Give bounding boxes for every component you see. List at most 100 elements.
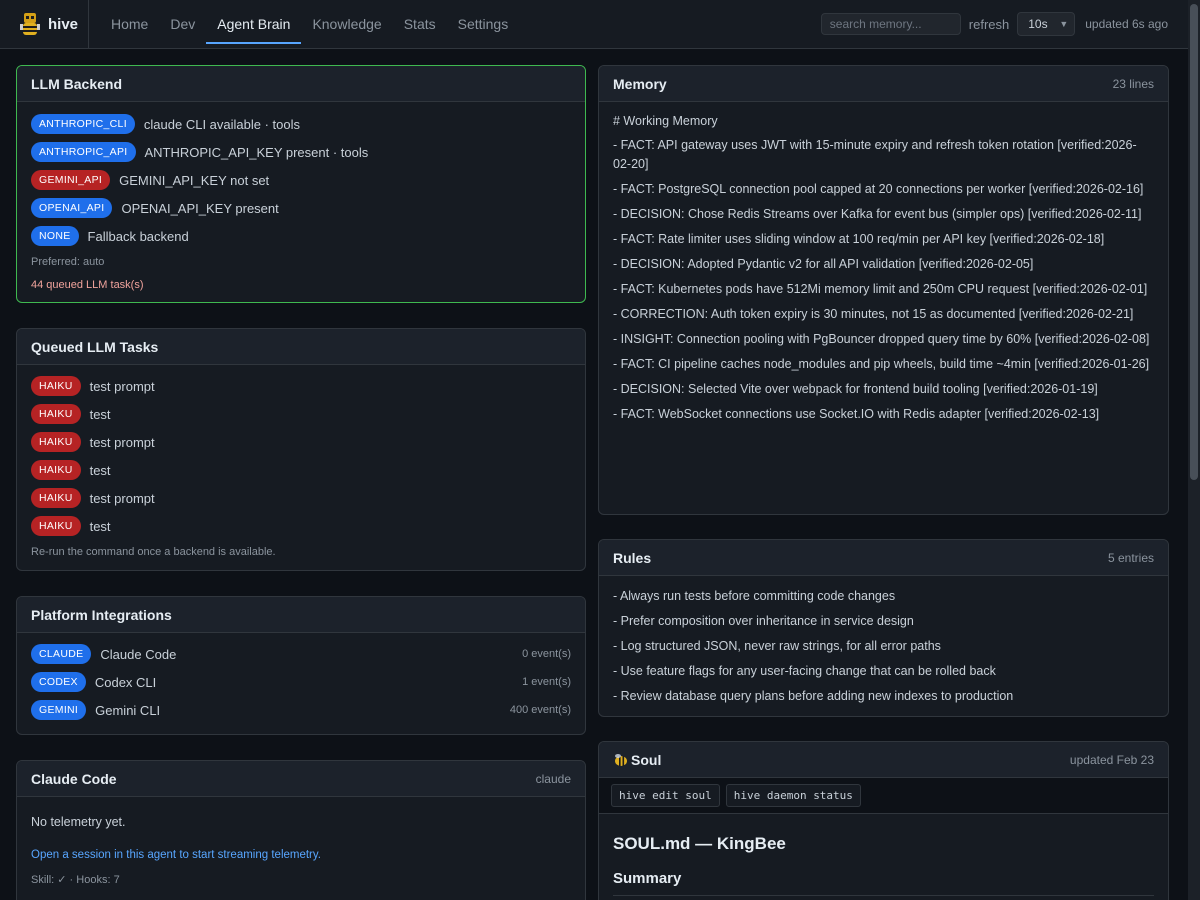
memory-line: - FACT: CI pipeline caches node_modules … <box>613 357 1150 371</box>
task-prompt: test <box>89 406 111 422</box>
memory-line: - CORRECTION: Auth token expiry is 30 mi… <box>613 307 1134 321</box>
backend-status: GEMINI_API_KEY not set <box>119 172 270 188</box>
queue-note: Re-run the command once a backend is ava… <box>31 546 276 558</box>
scrollbar-thumb[interactable] <box>1190 4 1198 480</box>
backend-row: ANTHROPIC_CLI claude CLI available · too… <box>31 110 571 138</box>
memory-line: - DECISION: Chose Redis Streams over Kaf… <box>613 207 1142 221</box>
card-title: Soul <box>613 752 661 768</box>
edit-soul-command[interactable]: hive edit soul <box>611 784 720 807</box>
backend-row: ANTHROPIC_API ANTHROPIC_API_KEY present … <box>31 138 571 166</box>
backend-status: ANTHROPIC_API_KEY present · tools <box>144 144 369 160</box>
card-header: Soul updated Feb 23 <box>599 742 1168 778</box>
task-prompt: test <box>89 518 111 534</box>
card-title: Memory <box>613 75 667 92</box>
card-title: Queued LLM Tasks <box>31 338 159 355</box>
card-title: Claude Code <box>31 770 117 787</box>
chevron-down-icon: ▼ <box>1059 19 1069 29</box>
platform-name: Gemini CLI <box>95 702 161 718</box>
page-scrollbar[interactable] <box>1188 0 1200 900</box>
memory-line: - FACT: WebSocket connections use Socket… <box>613 407 1100 421</box>
event-count: 1 event(s) <box>522 676 571 688</box>
nav-dev[interactable]: Dev <box>159 0 206 48</box>
integration-row[interactable]: CLAUDE Claude Code 0 event(s) <box>31 640 571 668</box>
app-name: hive <box>47 15 78 33</box>
memory-card: Memory 23 lines # Working Memory - FACT:… <box>598 65 1169 515</box>
event-count: 400 event(s) <box>509 704 571 716</box>
bee-icon <box>615 753 627 766</box>
rule-line: - Always run tests before committing cod… <box>613 589 896 603</box>
nav-settings[interactable]: Settings <box>447 0 520 48</box>
card-title: Platform Integrations <box>31 606 172 623</box>
rule-line: - Use feature flags for any user-facing … <box>613 664 996 678</box>
refresh-label: refresh <box>968 16 1010 32</box>
card-header: Claude Code claude <box>17 761 585 797</box>
rule-line: - Prefer composition over inheritance in… <box>613 614 914 628</box>
model-badge: HAIKU <box>31 376 81 396</box>
nav-agent-brain[interactable]: Agent Brain <box>206 0 302 48</box>
card-header: Platform Integrations <box>17 597 585 633</box>
backend-row: OPENAI_API OPENAI_API_KEY present <box>31 194 571 222</box>
task-prompt: test prompt <box>89 434 155 450</box>
platform-badge: GEMINI <box>31 700 87 720</box>
soul-summary-heading: Summary <box>613 870 1154 896</box>
entry-count: 5 entries <box>1107 550 1154 565</box>
task-row[interactable]: HAIKU test prompt <box>31 372 571 400</box>
task-prompt: test <box>89 462 111 478</box>
daemon-status-command[interactable]: hive daemon status <box>725 784 861 807</box>
task-row[interactable]: HAIKU test prompt <box>31 484 571 512</box>
queued-count: 44 queued LLM task(s) <box>31 279 144 291</box>
platform-integrations-card: Platform Integrations CLAUDE Claude Code… <box>16 596 586 735</box>
refresh-interval-select[interactable]: 10s ▼ <box>1017 12 1076 36</box>
platform-badge: CODEX <box>31 672 86 692</box>
integration-row[interactable]: GEMINI Gemini CLI 400 event(s) <box>31 696 571 724</box>
model-badge: HAIKU <box>31 404 81 424</box>
memory-line: - FACT: PostgreSQL connection pool cappe… <box>613 182 1144 196</box>
search-memory-input[interactable] <box>820 13 961 35</box>
soul-updated: updated Feb 23 <box>1069 752 1154 767</box>
bee-logo-icon <box>20 13 40 35</box>
command-bar: hive edit soul hive daemon status <box>599 778 1168 814</box>
nav-home[interactable]: Home <box>100 0 159 48</box>
backend-status: OPENAI_API_KEY present <box>121 200 279 216</box>
card-header: LLM Backend <box>17 66 585 102</box>
skill-hooks-status: Skill: ✓ · Hooks: 7 <box>31 874 120 886</box>
task-row[interactable]: HAIKU test <box>31 456 571 484</box>
integration-row[interactable]: CODEX Codex CLI 1 event(s) <box>31 668 571 696</box>
task-prompt: test prompt <box>89 378 155 394</box>
task-row[interactable]: HAIKU test prompt <box>31 428 571 456</box>
rules-card: Rules 5 entries - Always run tests befor… <box>598 539 1169 717</box>
agent-tag: claude <box>535 771 571 786</box>
brand[interactable]: hive <box>0 0 89 48</box>
nav-knowledge[interactable]: Knowledge <box>301 0 392 48</box>
task-row[interactable]: HAIKU test <box>31 400 571 428</box>
platform-name: Codex CLI <box>94 674 157 690</box>
no-telemetry-text: No telemetry yet. <box>31 815 126 829</box>
model-badge: HAIKU <box>31 460 81 480</box>
preferred-backend: Preferred: auto <box>31 256 105 268</box>
llm-backend-card: LLM Backend ANTHROPIC_CLI claude CLI ava… <box>16 65 586 303</box>
telemetry-hint-link[interactable]: Open a session in this agent to start st… <box>31 849 571 861</box>
backend-status: Fallback backend <box>87 228 189 244</box>
soul-title: Soul <box>631 751 662 768</box>
memory-line: - DECISION: Selected Vite over webpack f… <box>613 382 1098 396</box>
rule-line: - Review database query plans before add… <box>613 689 1014 703</box>
rule-line: - Log structured JSON, never raw strings… <box>613 639 941 653</box>
backend-badge: GEMINI_API <box>31 170 111 190</box>
platform-badge: CLAUDE <box>31 644 92 664</box>
task-row[interactable]: HAIKU test <box>31 512 571 540</box>
updated-timestamp: updated 6s ago <box>1085 17 1168 31</box>
memory-line: - INSIGHT: Connection pooling with PgBou… <box>613 332 1150 346</box>
refresh-interval-value: 10s <box>1028 17 1048 31</box>
backend-row: GEMINI_API GEMINI_API_KEY not set <box>31 166 571 194</box>
nav-stats[interactable]: Stats <box>393 0 447 48</box>
memory-heading: # Working Memory <box>613 114 718 128</box>
top-bar: hive Home Dev Agent Brain Knowledge Stat… <box>0 0 1188 49</box>
main-nav: Home Dev Agent Brain Knowledge Stats Set… <box>100 0 519 48</box>
toolbar: refresh 10s ▼ updated 6s ago <box>820 12 1188 36</box>
memory-line: - FACT: API gateway uses JWT with 15-min… <box>613 138 1137 171</box>
card-header: Queued LLM Tasks <box>17 329 585 365</box>
model-badge: HAIKU <box>31 432 81 452</box>
memory-line: - FACT: Kubernetes pods have 512Mi memor… <box>613 282 1148 296</box>
task-prompt: test prompt <box>89 490 155 506</box>
card-title: LLM Backend <box>31 75 123 92</box>
